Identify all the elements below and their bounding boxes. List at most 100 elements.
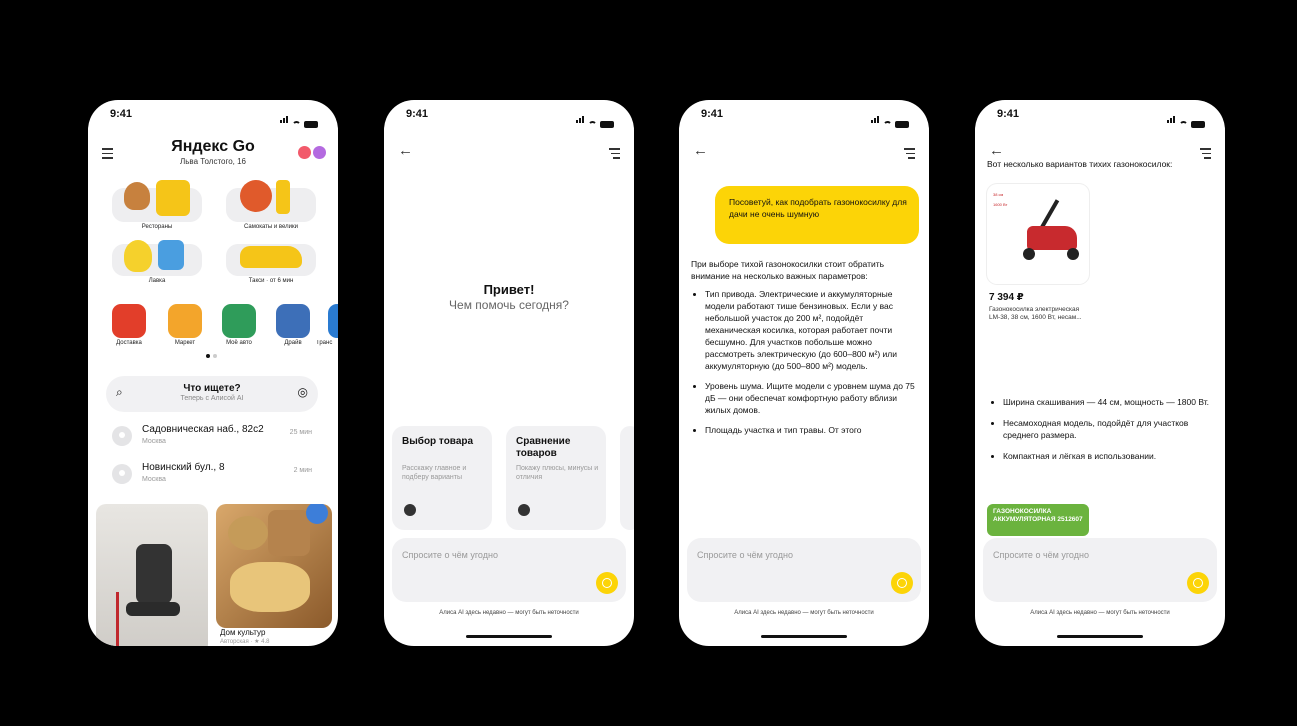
service-label: Транс — [316, 340, 333, 346]
service-label: Драйв — [284, 340, 302, 346]
drive-icon[interactable] — [276, 304, 310, 338]
service-label: Доставка — [116, 340, 142, 346]
suggestion-title: Выбор товара — [402, 436, 474, 447]
status-icons — [1167, 110, 1205, 128]
list-item: Компактная и лёгкая в использовании. — [1003, 450, 1217, 462]
tile-label: Самокаты и велики — [244, 224, 298, 230]
tile-restaurants[interactable] — [112, 180, 202, 222]
status-time: 9:41 — [701, 108, 724, 120]
bike-icon — [240, 180, 272, 212]
status-icons — [871, 110, 909, 128]
signal-icon — [280, 110, 289, 128]
route-city: Москва — [142, 476, 166, 483]
camera-search-icon[interactable]: ◎ — [298, 385, 308, 399]
chat-input-placeholder: Спросите о чём угодно — [402, 550, 498, 560]
disclaimer: Алиса AI здесь недавно — могут быть нето… — [439, 610, 579, 616]
burger-icon — [124, 182, 150, 210]
wifi-icon — [588, 121, 597, 128]
user-message: Посоветуй, как подобрать газонокосилку д… — [715, 186, 919, 244]
status-bar: 9:41 — [975, 108, 1225, 128]
avatar[interactable] — [298, 146, 311, 159]
chat-input-placeholder: Спросите о чём угодно — [993, 550, 1089, 560]
taxi-car-icon — [240, 246, 302, 268]
answer-intro: При выборе тихой газонокосилки стоит обр… — [691, 259, 885, 281]
compare-icon — [518, 504, 530, 516]
back-arrow-icon[interactable]: ← — [693, 142, 708, 159]
chat-input[interactable]: Спросите о чём угодно — [687, 538, 921, 602]
back-arrow-icon[interactable]: ← — [989, 142, 1004, 159]
location-pin-icon — [112, 464, 132, 484]
home-indicator — [466, 635, 552, 638]
mower-wheel — [1023, 248, 1035, 260]
tile-scooters[interactable] — [226, 180, 316, 222]
delivery-icon[interactable] — [112, 304, 146, 338]
tile-taxi[interactable] — [226, 244, 316, 276]
signal-icon — [1167, 110, 1176, 128]
suggestion-card[interactable] — [620, 426, 634, 530]
tile-label: Такси · от 6 мин — [248, 278, 294, 284]
suggestion-title: Сравнение товаров — [516, 436, 571, 459]
back-arrow-icon[interactable]: ← — [398, 142, 413, 159]
status-bar: 9:41 — [679, 108, 929, 128]
product-name[interactable]: Газонокосилка электрическая LM-38, 38 см… — [989, 306, 1089, 322]
scooter-icon — [276, 180, 290, 214]
route-item[interactable]: Новинский бул., 8 Москва 2 мин — [112, 460, 312, 490]
alice-voice-icon[interactable] — [891, 572, 913, 594]
bag-icon — [156, 180, 190, 216]
list-item: Несамоходная модель, подойдёт для участк… — [1003, 417, 1217, 441]
chat-input[interactable]: Спросите о чём угодно — [392, 538, 626, 602]
greeting-subtitle: Чем помочь сегодня? — [449, 298, 569, 312]
food-image — [268, 510, 310, 556]
chair-image — [136, 544, 172, 604]
search-input[interactable]: ⌕ Что ищете? Теперь с Алисой AI ◎ — [106, 376, 318, 412]
search-subtitle: Теперь с Алисой AI — [180, 395, 244, 402]
gaming-chair-card[interactable] — [96, 504, 208, 646]
tile-lavka[interactable] — [112, 240, 202, 276]
wifi-icon — [1179, 121, 1188, 128]
suggestion-card[interactable]: Выбор товара Расскажу главное и подберу … — [392, 426, 492, 530]
product-card-preview[interactable]: ГАЗОНОКОСИЛКА АККУМУЛЯТОРНАЯ 2512607 — [987, 504, 1089, 536]
service-label: Маркет — [174, 340, 196, 346]
product-price: 7 394 ₽ — [989, 292, 1024, 303]
chat-input[interactable]: Спросите о чём угодно — [983, 538, 1217, 602]
assistant-message: При выборе тихой газонокосилки стоит обр… — [691, 258, 917, 444]
route-name: Новинский бул., 8 — [142, 462, 225, 473]
avatar[interactable] — [313, 146, 326, 159]
search-title: Что ищете? — [183, 383, 241, 394]
suggestion-card[interactable]: Сравнение товаров Покажу плюсы, минусы и… — [506, 426, 606, 530]
desk-image — [96, 592, 119, 646]
route-eta: 25 мин — [289, 429, 312, 436]
chat-history-icon[interactable] — [609, 148, 620, 162]
battery-icon — [304, 121, 318, 128]
market-icon[interactable] — [168, 304, 202, 338]
disclaimer: Алиса AI здесь недавно — могут быть нето… — [734, 610, 874, 616]
status-time: 9:41 — [997, 108, 1020, 120]
alice-voice-icon[interactable] — [1187, 572, 1209, 594]
answer-list: Тип привода. Электрические и аккумулятор… — [691, 288, 917, 436]
product-spec: 1600 Вт — [993, 202, 1008, 207]
my-car-icon[interactable] — [222, 304, 256, 338]
transport-icon[interactable] — [328, 304, 338, 338]
cart-icon — [404, 504, 416, 516]
product-card[interactable]: 38 см 1600 Вт — [987, 184, 1089, 284]
location-pin-icon — [112, 426, 132, 446]
restaurant-card[interactable] — [216, 504, 332, 628]
product-spec: 38 см — [993, 192, 1004, 197]
chat-history-icon[interactable] — [904, 148, 915, 162]
alice-voice-icon[interactable] — [596, 572, 618, 594]
battery-icon — [600, 121, 614, 128]
food-image — [228, 516, 268, 550]
status-icons — [576, 110, 614, 128]
disclaimer: Алиса AI здесь недавно — могут быть нето… — [1030, 610, 1170, 616]
answer-intro: Вот несколько вариантов тихих газонокоси… — [987, 159, 1173, 169]
restaurant-badge — [306, 504, 328, 524]
list-item: Тип привода. Электрические и аккумулятор… — [705, 288, 917, 372]
route-item[interactable]: Садовническая наб., 82с2 Москва 25 мин — [112, 422, 312, 452]
service-label: Моё авто — [226, 340, 252, 346]
profile-avatars[interactable] — [298, 146, 326, 159]
chat-history-icon[interactable] — [1200, 148, 1211, 162]
mower-image-body — [1027, 226, 1077, 250]
mower-wheel — [1067, 248, 1079, 260]
tile-label: Рестораны — [141, 224, 173, 230]
status-time: 9:41 — [110, 108, 133, 120]
